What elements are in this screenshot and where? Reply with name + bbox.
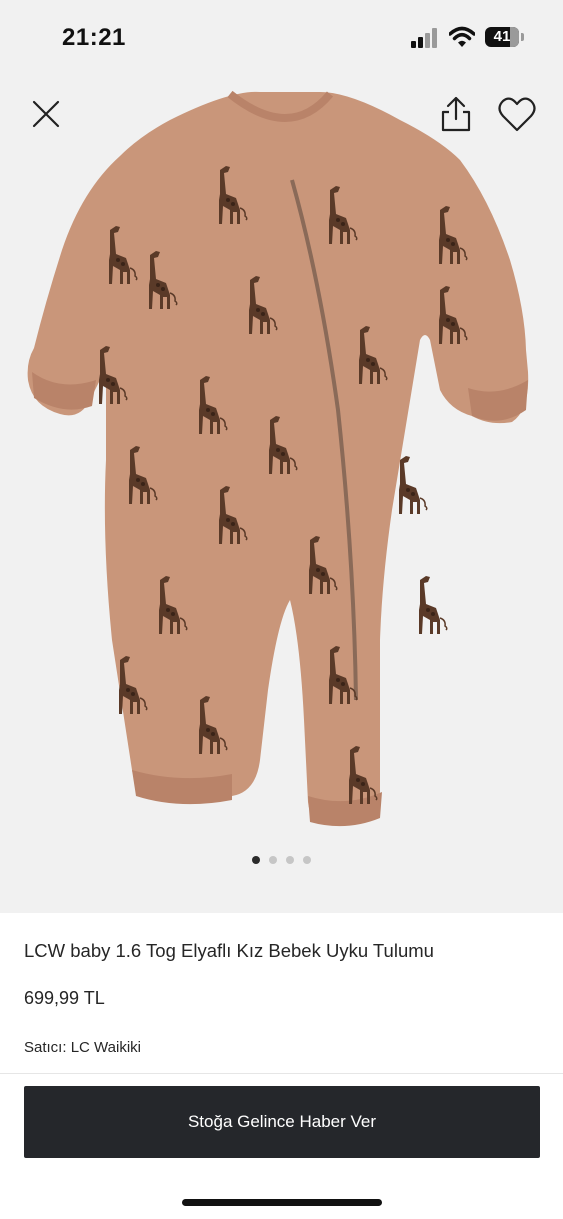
heart-icon[interactable] bbox=[497, 96, 537, 134]
battery-level: 41 bbox=[493, 28, 511, 45]
battery-icon: 41 bbox=[485, 27, 527, 49]
notify-when-in-stock-button[interactable]: Stoğa Gelince Haber Ver bbox=[24, 1086, 540, 1158]
share-icon[interactable] bbox=[436, 94, 476, 134]
pagination-dot-3[interactable] bbox=[286, 856, 294, 864]
home-indicator[interactable] bbox=[182, 1199, 382, 1206]
wifi-icon bbox=[449, 26, 475, 47]
pagination-dot-4[interactable] bbox=[303, 856, 311, 864]
pagination-dot-1[interactable] bbox=[252, 856, 260, 864]
cellular-signal-icon bbox=[411, 28, 437, 48]
status-bar: 21:21 41 bbox=[0, 0, 563, 76]
product-image[interactable] bbox=[20, 80, 550, 840]
notify-button-label: Stoğa Gelince Haber Ver bbox=[187, 1112, 377, 1131]
product-gallery[interactable]: 21:21 41 bbox=[0, 0, 563, 913]
seller-name[interactable]: LC Waikiki bbox=[71, 1039, 141, 1056]
close-icon[interactable] bbox=[28, 96, 64, 132]
pagination-dot-2[interactable] bbox=[269, 856, 277, 864]
seller-info: Satıcı: LC Waikiki bbox=[24, 1039, 544, 1056]
product-title: LCW baby 1.6 Tog Elyaflı Kız Bebek Uyku … bbox=[24, 940, 434, 961]
gallery-pagination bbox=[0, 856, 563, 870]
status-time: 21:21 bbox=[62, 24, 126, 51]
divider bbox=[0, 1073, 563, 1074]
seller-label: Satıcı: bbox=[24, 1039, 67, 1056]
product-price: 699,99 TL bbox=[24, 988, 105, 1008]
